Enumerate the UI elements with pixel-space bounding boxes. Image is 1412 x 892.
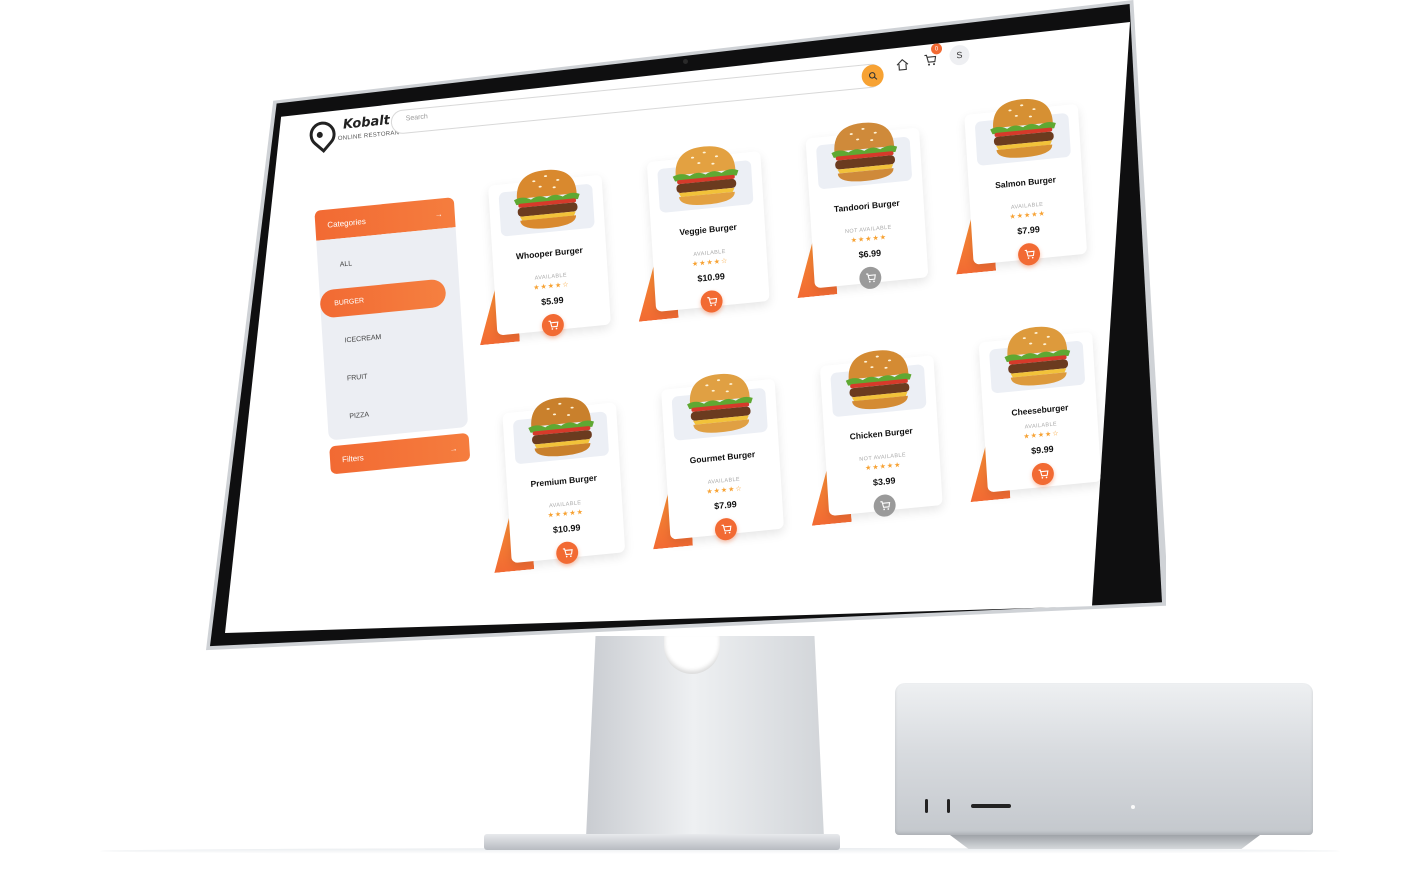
category-sidebar: Categories → ALL BURGER ICECREAM FRUIT P… <box>314 197 471 475</box>
arrow-right-icon: → <box>449 443 458 454</box>
filters-label: Filters <box>341 452 364 464</box>
card-body: Tandoori Burger NOT AVAILABLE ★★★★★ $6.9… <box>805 122 929 289</box>
usb-port <box>947 799 950 813</box>
burger-image <box>831 122 898 182</box>
product-name: Tandoori Burger <box>833 197 900 215</box>
brand-name: Kobalt <box>342 113 391 133</box>
product-card[interactable]: Cheeseburger AVAILABLE ★★★★☆ $9.99 <box>979 326 1102 501</box>
add-to-cart-button[interactable] <box>873 493 897 518</box>
product-name: Salmon Burger <box>994 174 1057 191</box>
product-card[interactable]: Salmon Burger AVAILABLE ★★★★★ $7.99 <box>964 99 1088 273</box>
product-card[interactable]: Veggie Burger AVAILABLE ★★★★☆ $10.99 <box>646 146 770 320</box>
add-to-cart-button[interactable] <box>555 540 579 565</box>
card-body: Premium Burger AVAILABLE ★★★★★ $10.99 <box>502 397 626 564</box>
product-card[interactable]: Gourmet Burger AVAILABLE ★★★★☆ $7.99 <box>661 373 784 548</box>
cart-icon <box>879 501 890 511</box>
product-name: Gourmet Burger <box>689 448 756 466</box>
category-all[interactable]: ALL <box>325 240 450 280</box>
product-name: Premium Burger <box>530 472 598 490</box>
burger-image <box>687 373 753 433</box>
product-name: Whooper Burger <box>515 244 584 262</box>
home-icon <box>896 59 908 71</box>
power-led <box>1131 805 1135 809</box>
cart-button[interactable]: 0 <box>921 42 943 69</box>
mac-mini <box>895 683 1313 835</box>
card-body: Salmon Burger AVAILABLE ★★★★★ $7.99 <box>964 99 1088 265</box>
search-icon <box>868 71 877 80</box>
burger-image <box>513 169 580 229</box>
burger-image <box>990 99 1056 158</box>
burger-image <box>1004 326 1071 386</box>
product-name: Veggie Burger <box>679 221 738 238</box>
card-body: Gourmet Burger AVAILABLE ★★★★☆ $7.99 <box>661 373 784 540</box>
user-avatar[interactable]: S <box>948 44 971 67</box>
card-body: Veggie Burger AVAILABLE ★★★★☆ $10.99 <box>646 146 770 312</box>
product-card[interactable]: Tandoori Burger NOT AVAILABLE ★★★★★ $6.9… <box>805 122 929 296</box>
cart-count-badge: 0 <box>930 42 943 55</box>
burger-image <box>672 146 739 205</box>
cart-icon <box>1024 249 1035 259</box>
product-card[interactable]: Chicken Burger NOT AVAILABLE ★★★★★ $3.99 <box>819 350 943 524</box>
category-fruit[interactable]: FRUIT <box>332 354 457 394</box>
home-button[interactable] <box>894 56 911 74</box>
categories-label: Categories <box>326 216 367 230</box>
logo-pin-icon <box>304 116 341 154</box>
cart-icon <box>706 297 717 307</box>
cart-icon <box>721 524 731 534</box>
filters-button[interactable]: Filters → <box>329 432 471 475</box>
screen: Kobalt ONLINE RESTORAN 0 S <box>225 22 1130 633</box>
arrow-right-icon: → <box>434 208 443 219</box>
product-name: Cheeseburger <box>1011 402 1069 418</box>
cart-icon <box>1038 469 1048 479</box>
sd-slot <box>971 804 1011 808</box>
cart-icon <box>923 54 936 66</box>
monitor-stand-base <box>484 834 840 850</box>
add-to-cart-button[interactable] <box>699 289 724 314</box>
cart-icon <box>548 320 558 330</box>
product-name: Chicken Burger <box>849 425 913 442</box>
usb-port <box>925 799 928 813</box>
card-body: Whooper Burger AVAILABLE ★★★★☆ $5.99 <box>488 169 611 336</box>
add-to-cart-button[interactable] <box>858 265 882 290</box>
restaurant-app: Kobalt ONLINE RESTORAN 0 S <box>295 22 1130 633</box>
product-card[interactable]: Whooper Burger AVAILABLE ★★★★☆ $5.99 <box>488 169 611 344</box>
cart-icon <box>865 273 876 283</box>
add-to-cart-button[interactable] <box>714 517 738 542</box>
product-card[interactable]: Premium Burger AVAILABLE ★★★★★ $10.99 <box>502 397 626 571</box>
category-list: ALL BURGER ICECREAM FRUIT PIZZA <box>316 227 469 441</box>
search-button[interactable] <box>861 63 885 88</box>
burger-image <box>845 350 912 410</box>
add-to-cart-button[interactable] <box>1017 242 1041 267</box>
camera <box>683 59 688 64</box>
category-burger[interactable]: BURGER <box>319 278 447 319</box>
cart-icon <box>562 548 573 558</box>
card-body: Chicken Burger NOT AVAILABLE ★★★★★ $3.99 <box>819 350 943 517</box>
category-icecream[interactable]: ICECREAM <box>330 316 455 356</box>
mac-mini-foot <box>950 835 1260 849</box>
burger-image <box>528 397 594 457</box>
category-pizza[interactable]: PIZZA <box>335 392 460 432</box>
add-to-cart-button[interactable] <box>541 313 565 338</box>
